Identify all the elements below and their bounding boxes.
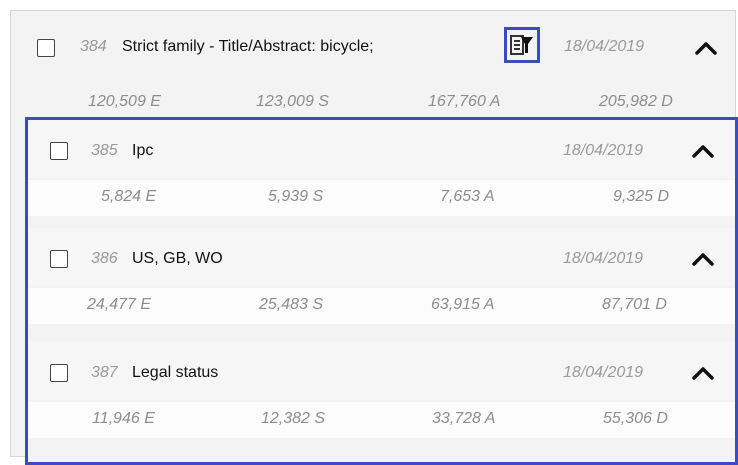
chevron-up-icon[interactable] — [695, 40, 717, 56]
chevron-up-icon[interactable] — [692, 251, 714, 267]
query-date: 18/04/2019 — [564, 38, 645, 55]
stat-e: 24,477 E — [87, 296, 152, 313]
query-title: Legal status — [132, 364, 219, 381]
stat-a: 33,728 A — [432, 410, 496, 427]
child-stats-row: 5,824 E 5,939 S 7,653 A 9,325 D — [28, 180, 735, 216]
chevron-up-icon[interactable] — [692, 365, 714, 381]
stat-s: 5,939 S — [268, 188, 324, 205]
stat-a: 167,760 A — [428, 93, 501, 110]
query-date: 18/04/2019 — [563, 250, 644, 267]
select-checkbox[interactable] — [37, 39, 55, 57]
select-checkbox[interactable] — [50, 364, 68, 382]
stat-e: 5,824 E — [101, 188, 157, 205]
filter-button[interactable] — [504, 27, 540, 63]
select-checkbox[interactable] — [50, 142, 68, 160]
child-queries-group: 385 Ipc 18/04/2019 5,824 E 5,939 S 7,653… — [25, 117, 738, 465]
search-history-panel: 384 Strict family - Title/Abstract: bicy… — [10, 10, 738, 465]
query-title: Strict family - Title/Abstract: bicycle; — [122, 38, 374, 55]
child-query-row[interactable]: 386 US, GB, WO 18/04/2019 — [28, 228, 735, 286]
query-date: 18/04/2019 — [563, 142, 644, 159]
query-date: 18/04/2019 — [563, 364, 644, 381]
stat-d: 55,306 D — [603, 410, 668, 427]
stat-a: 63,915 A — [431, 296, 495, 313]
stat-s: 25,483 S — [259, 296, 324, 313]
query-number: 386 — [91, 250, 118, 267]
stat-d: 87,701 D — [602, 296, 667, 313]
parent-query-row[interactable]: 384 Strict family - Title/Abstract: bicy… — [11, 11, 735, 73]
parent-stats-row: 120,509 E 123,009 S 167,760 A 205,982 D — [11, 85, 735, 121]
query-number: 387 — [91, 364, 118, 381]
stat-s: 123,009 S — [256, 93, 329, 110]
query-number: 384 — [80, 38, 107, 55]
stat-e: 120,509 E — [88, 93, 161, 110]
query-title: Ipc — [132, 142, 154, 159]
stat-s: 12,382 S — [261, 410, 326, 427]
query-title: US, GB, WO — [132, 250, 223, 267]
child-stats-row: 24,477 E 25,483 S 63,915 A 87,701 D — [28, 288, 735, 324]
stat-d: 9,325 D — [613, 188, 670, 205]
query-number: 385 — [91, 142, 118, 159]
stat-e: 11,946 E — [92, 410, 155, 427]
stat-a: 7,653 A — [440, 188, 495, 205]
select-checkbox[interactable] — [50, 250, 68, 268]
filter-icon — [510, 35, 533, 55]
child-stats-row: 11,946 E 12,382 S 33,728 A 55,306 D — [28, 402, 735, 438]
stat-d: 205,982 D — [599, 93, 673, 110]
chevron-up-icon[interactable] — [692, 143, 714, 159]
child-query-row[interactable]: 387 Legal status 18/04/2019 — [28, 342, 735, 400]
child-query-row[interactable]: 385 Ipc 18/04/2019 — [28, 120, 735, 178]
